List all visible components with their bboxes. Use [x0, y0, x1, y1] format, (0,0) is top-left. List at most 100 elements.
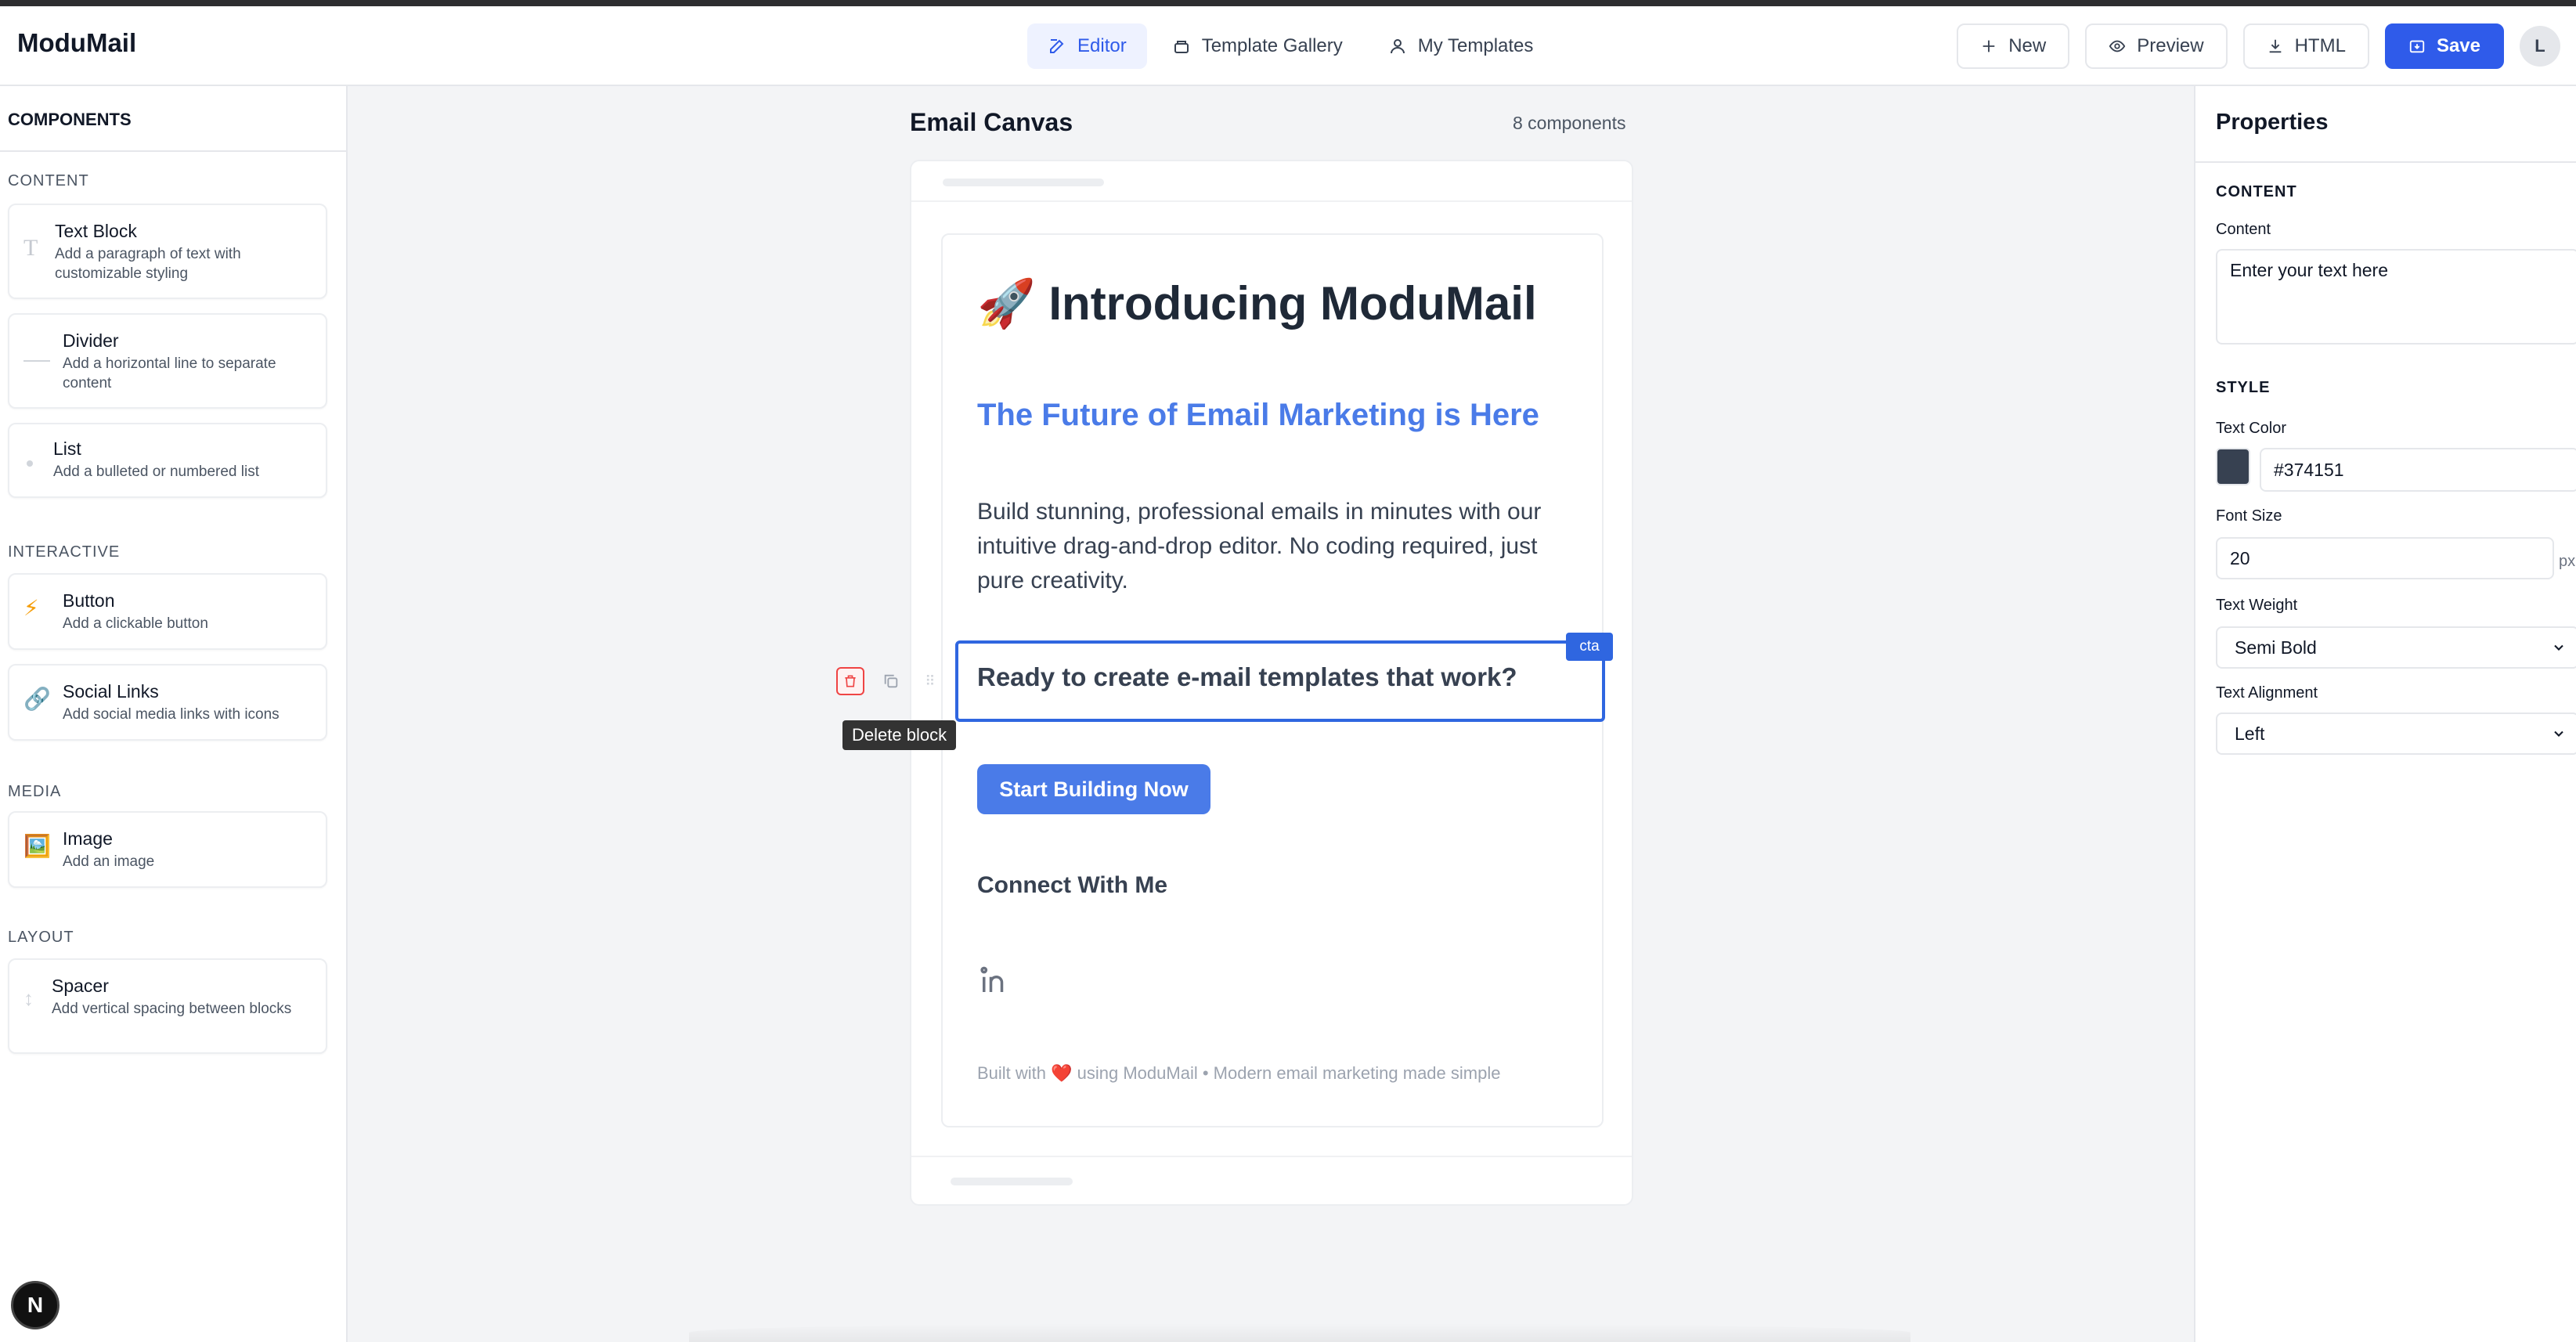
- dev-tools-badge[interactable]: N: [11, 1281, 60, 1329]
- component-spacer[interactable]: ↕ Spacer Add vertical spacing between bl…: [8, 958, 327, 1054]
- content-label: Content: [2216, 221, 2271, 238]
- components-sidebar: COMPONENTS CONTENT T Text Block Add a pa…: [0, 86, 348, 1342]
- text-alignment-label: Text Alignment: [2216, 684, 2318, 702]
- component-list[interactable]: List Add a bulleted or numbered list: [8, 423, 327, 498]
- tab-editor-label: Editor: [1077, 35, 1127, 56]
- header-actions: New Preview HTML Save L: [1957, 23, 2560, 69]
- chevron-down-icon: [2554, 731, 2563, 737]
- section-label-media: MEDIA: [8, 783, 62, 800]
- link-icon: 🔗: [23, 687, 51, 711]
- font-size-unit: px: [2559, 553, 2576, 570]
- html-button-label: HTML: [2294, 35, 2346, 56]
- new-button-label: New: [2008, 35, 2047, 56]
- email-body: 🚀 Introducing ModuMail The Future of Ema…: [941, 233, 1613, 1127]
- component-name: Social Links: [63, 681, 159, 702]
- component-desc: Add a paragraph of text with customizabl…: [55, 246, 241, 282]
- email-title[interactable]: 🚀 Introducing ModuMail: [977, 276, 1537, 331]
- preview-button-label: Preview: [2137, 35, 2204, 56]
- tab-editor[interactable]: Editor: [1027, 23, 1147, 69]
- block-type-tag: cta: [1566, 633, 1613, 661]
- new-button[interactable]: New: [1957, 23, 2070, 69]
- template-icon: [1174, 41, 1189, 53]
- email-subtitle[interactable]: The Future of Email Marketing is Here: [977, 398, 1539, 433]
- properties-panel: Properties CONTENT Content Enter your te…: [2194, 86, 2576, 1342]
- component-social-links[interactable]: 🔗 Social Links Add social media links wi…: [8, 664, 327, 741]
- save-button[interactable]: Save: [2384, 23, 2504, 69]
- tab-my-templates-label: My Templates: [1417, 35, 1534, 56]
- component-desc: Add a clickable button: [63, 615, 208, 632]
- drag-handle-icon[interactable]: ⠿: [916, 667, 944, 695]
- font-size-label: Font Size: [2216, 507, 2282, 525]
- canvas-footer-placeholder: [951, 1178, 1073, 1185]
- canvas-divider: [911, 1156, 1632, 1157]
- window-top-strip: [0, 0, 2576, 6]
- linkedin-icon[interactable]: [977, 965, 1010, 997]
- text-color-label: Text Color: [2216, 420, 2287, 437]
- download-icon: [2269, 39, 2281, 53]
- tab-template-gallery-label: Template Gallery: [1201, 35, 1343, 56]
- text-color-input[interactable]: #374151: [2260, 448, 2576, 492]
- component-image[interactable]: 🖼️ Image Add an image: [8, 811, 327, 888]
- content-textarea[interactable]: Enter your text here: [2216, 249, 2576, 345]
- component-text-block[interactable]: T Text Block Add a paragraph of text wit…: [8, 204, 327, 299]
- component-desc: Add an image: [63, 853, 155, 870]
- text-icon: T: [23, 235, 38, 261]
- section-label-interactive: INTERACTIVE: [8, 543, 121, 561]
- app-logo: ModuMail: [17, 28, 137, 57]
- component-desc: Add vertical spacing between blocks: [52, 1001, 292, 1017]
- main-nav: Editor Template Gallery My Templates: [1027, 23, 1553, 69]
- delete-block-button[interactable]: [836, 667, 864, 695]
- tab-template-gallery[interactable]: Template Gallery: [1152, 23, 1363, 69]
- component-desc: Add a horizontal line to separate conten…: [63, 355, 276, 391]
- chevron-down-icon: [2554, 644, 2563, 651]
- component-divider[interactable]: Divider Add a horizontal line to separat…: [8, 313, 327, 409]
- connect-heading[interactable]: Connect With Me: [977, 872, 1167, 899]
- trash-icon: [845, 675, 856, 687]
- spacer-icon: ↕: [23, 987, 34, 1010]
- duplicate-block-button[interactable]: [877, 667, 905, 695]
- save-button-label: Save: [2436, 35, 2480, 56]
- section-style: STYLE: [2216, 379, 2271, 396]
- avatar[interactable]: L: [2520, 26, 2560, 67]
- html-export-button[interactable]: HTML: [2242, 23, 2369, 69]
- image-icon: 🖼️: [23, 834, 51, 858]
- canvas-divider: [911, 200, 1632, 202]
- list-icon: [27, 460, 33, 467]
- tab-my-templates[interactable]: My Templates: [1368, 23, 1554, 69]
- section-label-layout: LAYOUT: [8, 929, 74, 946]
- section-content: CONTENT: [2216, 183, 2297, 200]
- component-name: Image: [63, 828, 113, 849]
- eye-icon: [2109, 40, 2126, 52]
- plus-icon: [1983, 40, 1995, 52]
- save-icon: [2409, 40, 2425, 53]
- user-icon: [1390, 39, 1405, 54]
- sidebar-title: COMPONENTS: [8, 110, 132, 129]
- component-name: Spacer: [52, 976, 109, 996]
- preview-button[interactable]: Preview: [2085, 23, 2228, 69]
- text-color-swatch[interactable]: [2216, 448, 2250, 485]
- component-name: Button: [63, 590, 115, 611]
- edit-icon: [1050, 39, 1064, 53]
- sidebar-divider: [0, 150, 346, 152]
- text-weight-label: Text Weight: [2216, 597, 2298, 614]
- component-name: Text Block: [55, 221, 137, 241]
- canvas-title: Email Canvas: [910, 108, 1073, 136]
- email-cta-button[interactable]: Start Building Now: [977, 764, 1210, 814]
- section-label-content: CONTENT: [8, 172, 89, 189]
- text-weight-select[interactable]: Semi Bold: [2216, 626, 2576, 669]
- divider-icon: [23, 360, 50, 362]
- lightning-icon: ⚡: [23, 596, 39, 620]
- component-desc: Add a bulleted or numbered list: [53, 464, 259, 480]
- component-desc: Add social media links with icons: [63, 706, 280, 723]
- email-canvas: 🚀 Introducing ModuMail The Future of Ema…: [910, 160, 1633, 1206]
- component-button[interactable]: ⚡ Button Add a clickable button: [8, 573, 327, 650]
- component-count: 8 components: [1513, 113, 1626, 133]
- app-header: ModuMail Editor Template Gallery My Temp…: [0, 6, 2576, 86]
- email-footer[interactable]: Built with ❤️ using ModuMail • Modern em…: [977, 1063, 1500, 1084]
- email-paragraph[interactable]: Build stunning, professional emails in m…: [977, 495, 1588, 598]
- properties-title: Properties: [2216, 110, 2329, 135]
- canvas-header-placeholder: [943, 179, 1104, 186]
- font-size-input[interactable]: 20: [2216, 537, 2554, 579]
- text-alignment-select[interactable]: Left: [2216, 712, 2576, 755]
- selected-cta-block[interactable]: Ready to create e-mail templates that wo…: [955, 633, 1613, 722]
